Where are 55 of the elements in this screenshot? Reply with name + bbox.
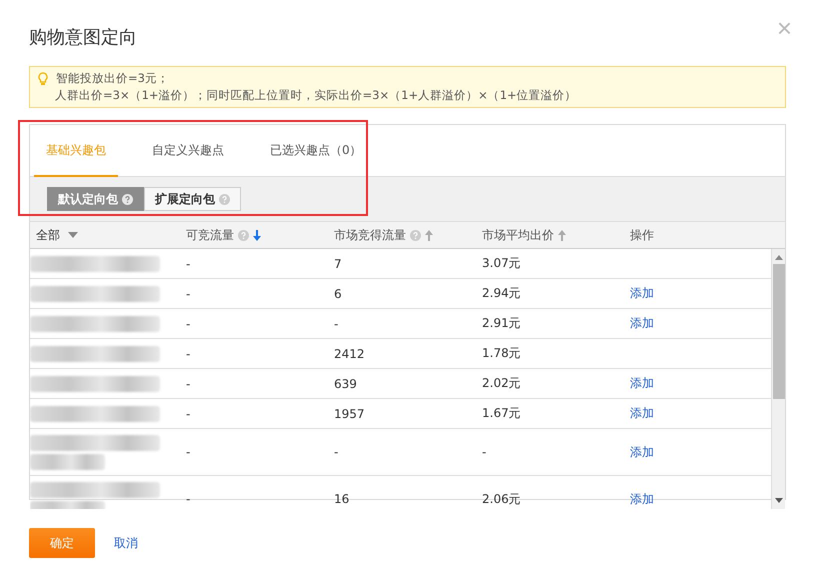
add-link[interactable]: 添加 — [630, 376, 654, 390]
sub-tab[interactable]: 扩展定向包 — [144, 187, 241, 211]
scrollbar[interactable] — [771, 249, 785, 509]
help-icon — [238, 230, 249, 240]
column-header[interactable]: 可竞流量 — [186, 226, 261, 244]
scroll-down-icon[interactable] — [774, 498, 782, 503]
table-cell: - — [186, 406, 190, 420]
table-cell: 7 — [334, 256, 342, 270]
dialog-title: 购物意图定向 — [29, 26, 137, 49]
table-cell: - — [186, 492, 190, 506]
scroll-up-icon[interactable] — [774, 255, 782, 260]
sub-tab[interactable]: 默认定向包 — [47, 187, 144, 211]
help-icon — [410, 230, 421, 240]
table-cell: - — [186, 256, 190, 270]
help-icon — [122, 194, 133, 204]
table-cell: - — [482, 445, 486, 459]
tab[interactable]: 已选兴趣点（0） — [258, 125, 374, 177]
table-cell: - — [334, 316, 338, 330]
table-cell: 3.07元 — [482, 256, 521, 270]
lightbulb-icon — [38, 72, 48, 86]
cancel-link[interactable]: 取消 — [114, 534, 138, 552]
table-cell: 1957 — [334, 406, 365, 420]
table-cell: 1.67元 — [482, 406, 521, 420]
table-cell: - — [186, 286, 190, 300]
table-cell: - — [186, 445, 190, 459]
column-header[interactable]: 市场竞得流量 — [334, 226, 433, 244]
notice-text: 人群出价=3×（1+溢价）；同时匹配上位置时，实际出价=3×（1+人群溢价）×（1+位置溢价） — [55, 87, 577, 104]
add-link[interactable]: 添加 — [630, 444, 654, 458]
table-cell: 6 — [334, 286, 342, 300]
add-link[interactable]: 添加 — [630, 492, 654, 506]
table-cell: 639 — [334, 376, 357, 390]
table-cell: 2.02元 — [482, 376, 521, 390]
table-cell: 16 — [334, 492, 350, 506]
table-cell: 2.94元 — [482, 286, 521, 300]
tab[interactable]: 自定义兴趣点 — [140, 125, 236, 177]
caret-down-icon[interactable] — [68, 232, 78, 238]
table-cell: - — [186, 346, 190, 360]
table-cell: - — [334, 445, 338, 459]
sort-up-icon[interactable] — [558, 230, 566, 240]
column-header[interactable]: 市场平均出价 — [482, 226, 566, 244]
add-link[interactable]: 添加 — [630, 316, 654, 330]
table-cell: - — [186, 376, 190, 390]
table-cell: 2412 — [334, 346, 365, 360]
table-cell: 2.06元 — [482, 492, 521, 506]
table-cell: 2.91元 — [482, 316, 521, 330]
sort-down-icon[interactable] — [253, 230, 261, 240]
table-cell: - — [186, 316, 190, 330]
table-cell: 1.78元 — [482, 346, 521, 360]
column-header: 操作 — [630, 226, 654, 244]
help-icon — [219, 194, 230, 204]
add-link[interactable]: 添加 — [630, 286, 654, 300]
sort-up-icon[interactable] — [425, 230, 433, 240]
add-link[interactable]: 添加 — [630, 406, 654, 420]
column-header[interactable]: 全部 — [36, 226, 78, 244]
notice-text: 智能投放出价=3元； — [56, 70, 170, 87]
